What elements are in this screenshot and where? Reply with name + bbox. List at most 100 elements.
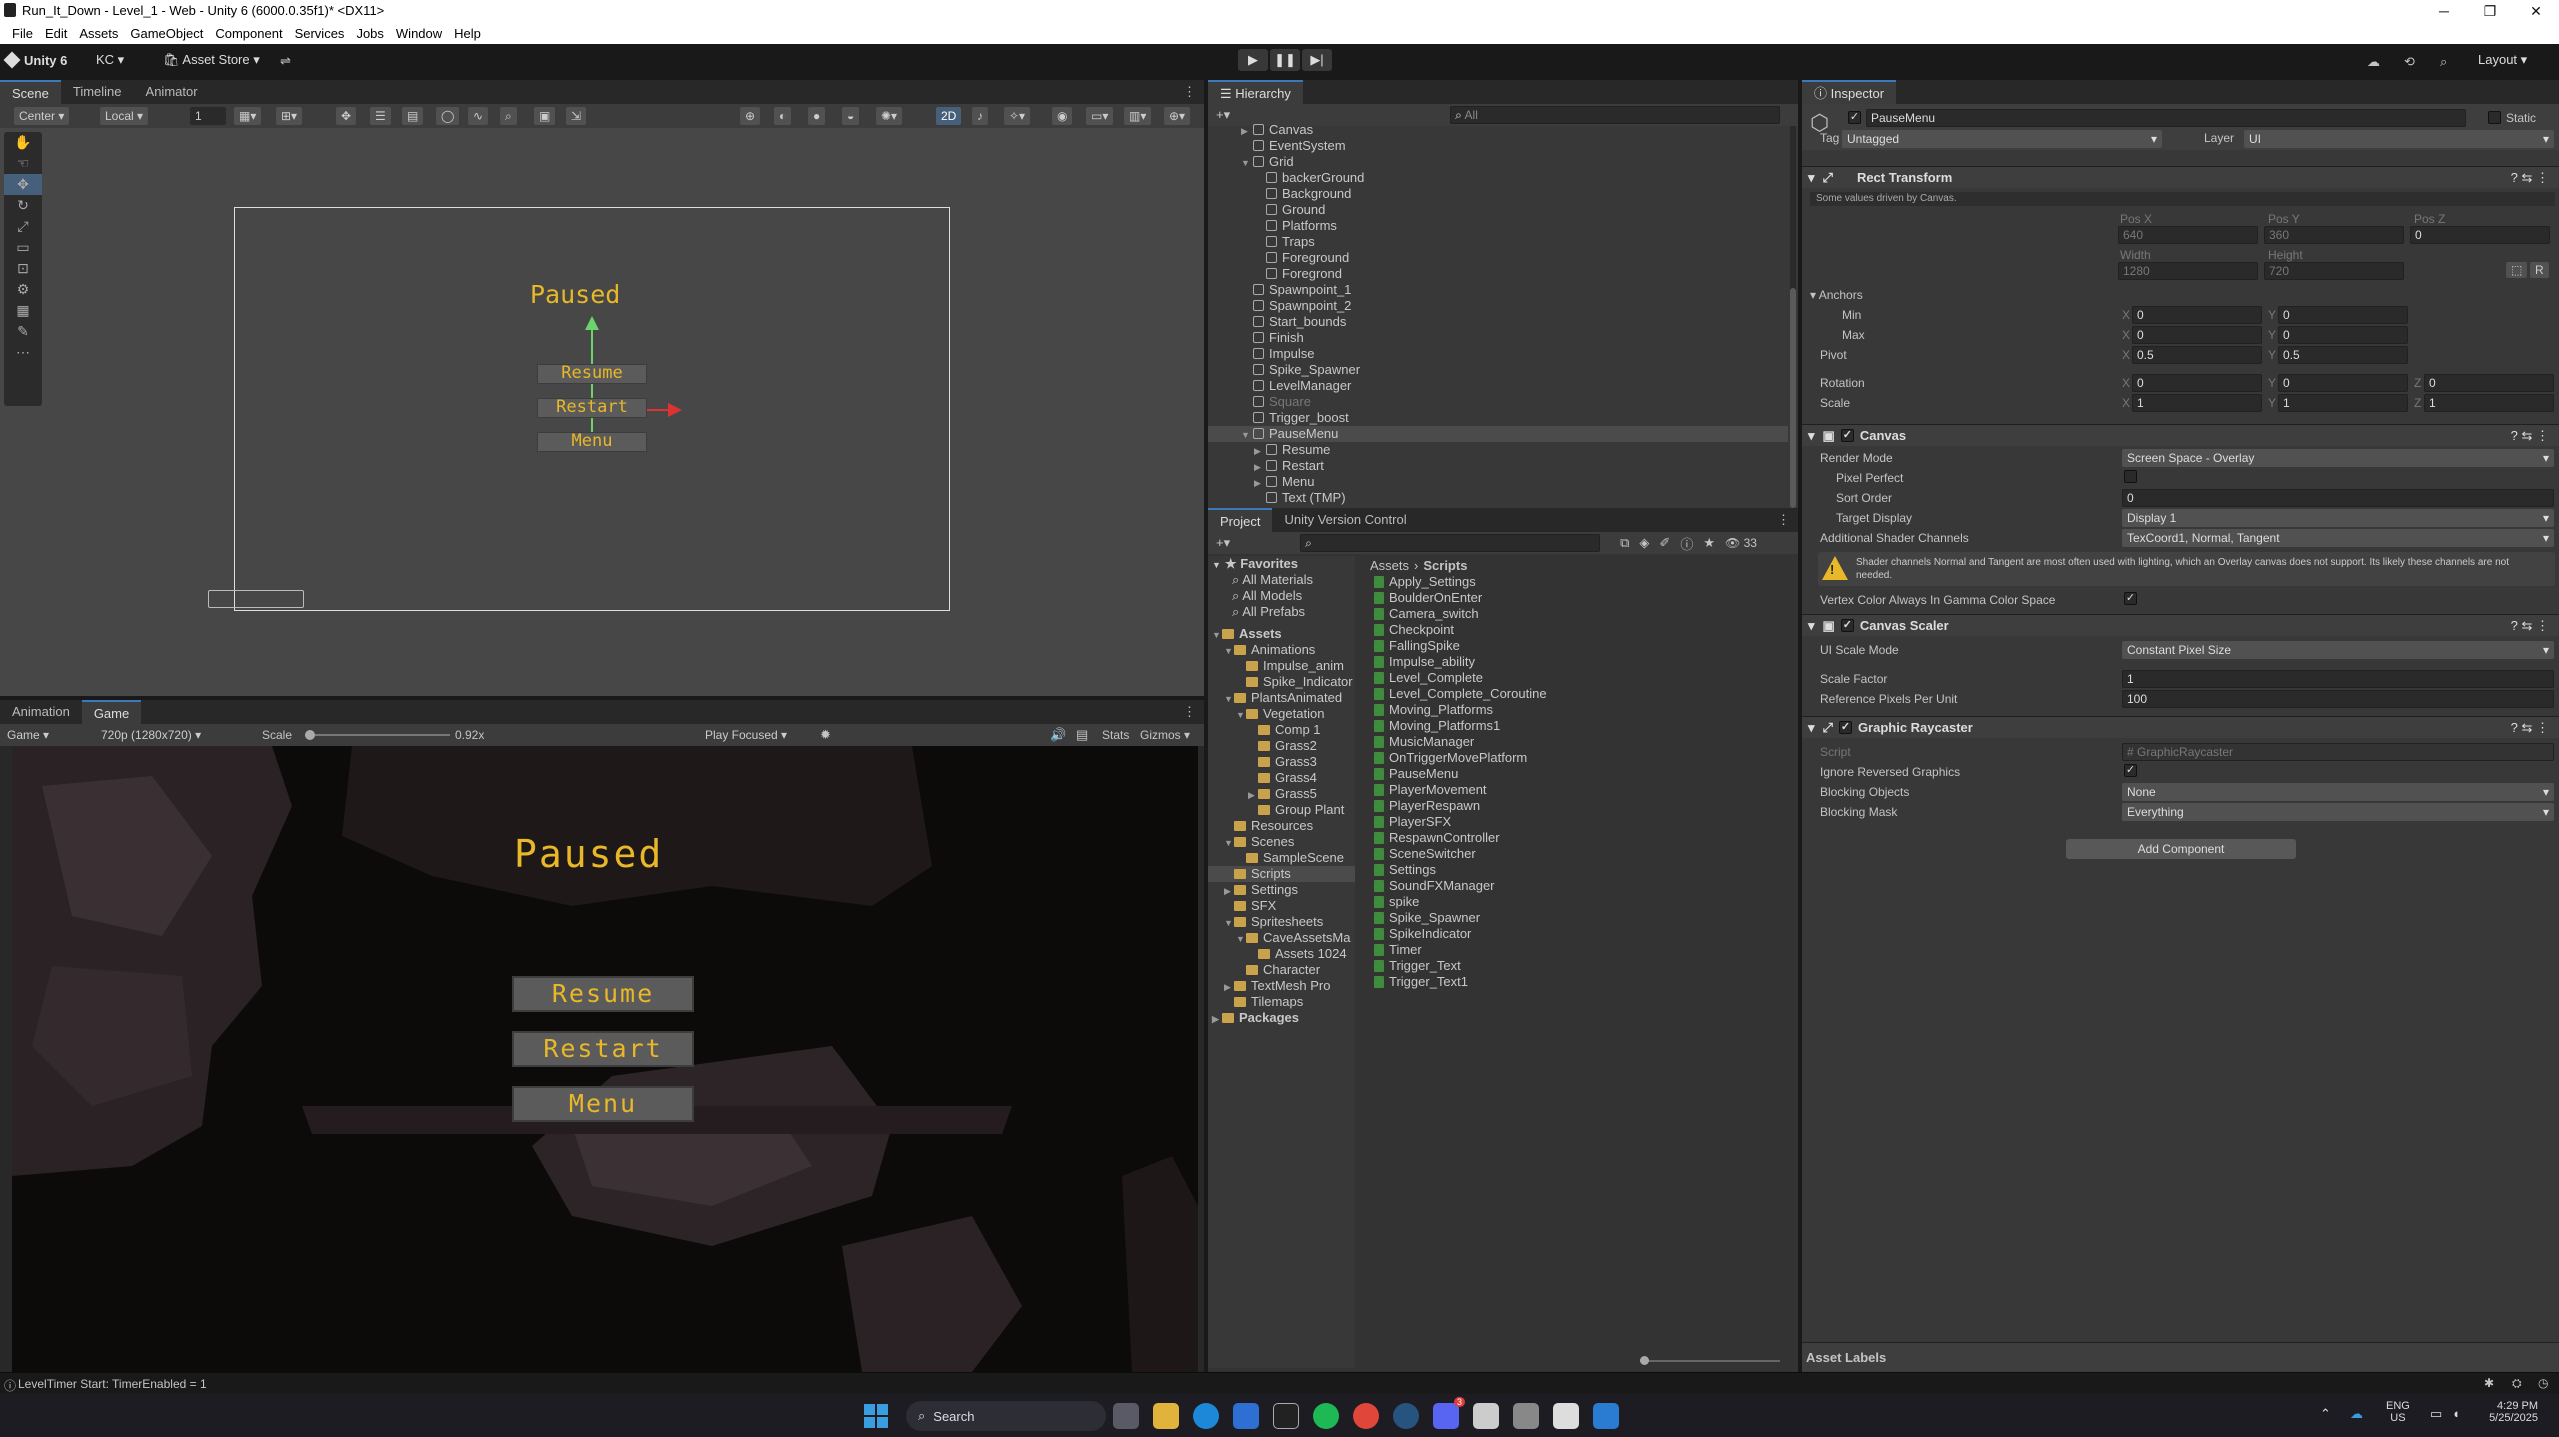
game-panel-menu-icon[interactable]: ⋮ xyxy=(1183,704,1196,720)
shading-icon[interactable]: ◐ xyxy=(774,107,792,125)
project-folder[interactable]: Scripts xyxy=(1208,866,1355,882)
canvas-scaler-checkbox[interactable]: ✓ xyxy=(1840,619,1854,632)
task-view-icon[interactable] xyxy=(1113,1403,1139,1429)
project-folder[interactable]: ▶ Settings xyxy=(1208,882,1355,898)
script-asset[interactable]: Impulse_ability xyxy=(1374,654,1794,670)
scale-y-field[interactable]: 1 xyxy=(2278,394,2408,412)
project-folder[interactable]: SampleScene xyxy=(1208,850,1355,866)
project-folder[interactable]: ▼ Assets xyxy=(1208,626,1355,642)
scene-button-menu[interactable]: Menu xyxy=(537,432,647,452)
info-icon[interactable]: ⓘ xyxy=(1680,534,1693,553)
menu-file[interactable]: File xyxy=(12,26,33,41)
script-asset[interactable]: OnTriggerMovePlatform xyxy=(1374,750,1794,766)
project-folder[interactable]: ▶ Packages xyxy=(1208,1010,1355,1026)
minimize-icon[interactable]: ─ xyxy=(2421,0,2467,22)
anchors-label[interactable]: ▾ Anchors xyxy=(1810,288,1863,302)
menu-component[interactable]: Component xyxy=(215,26,282,41)
tab-unity-version-control[interactable]: Unity Version Control xyxy=(1272,508,1418,532)
gizmos-button[interactable]: Gizmos ▾ xyxy=(1140,728,1190,742)
project-folder[interactable]: ▼ PlantsAnimated xyxy=(1208,690,1355,706)
grid-snap-icon[interactable]: ▦▾ xyxy=(234,107,262,125)
blocking-objects-dropdown[interactable]: None ▾ xyxy=(2122,783,2554,801)
transform-tool-icon[interactable]: ✥ xyxy=(336,107,357,125)
script-asset[interactable]: PlayerMovement xyxy=(1374,782,1794,798)
hierarchy-item[interactable]: ▶ Resume xyxy=(1208,442,1788,458)
grid-brush-icon[interactable]: ▦ xyxy=(4,300,42,321)
breadcrumb-scripts[interactable]: Scripts xyxy=(1423,558,1467,573)
filter-type-icon[interactable]: ⧉ xyxy=(1620,535,1629,551)
hierarchy-item[interactable]: Impulse xyxy=(1208,346,1788,362)
jetbrains-icon[interactable] xyxy=(1273,1403,1299,1429)
hierarchy-item[interactable]: ▶ Menu xyxy=(1208,474,1788,490)
script-asset[interactable]: Settings xyxy=(1374,862,1794,878)
progress-icon[interactable]: ⛭ xyxy=(2512,1376,2522,1391)
ref-ppu-field[interactable]: 100 xyxy=(2122,690,2554,708)
rotate-tool-icon[interactable]: ↻ xyxy=(4,195,42,216)
play-focused-dropdown[interactable]: Play Focused ▾ xyxy=(700,726,792,744)
mute-icon[interactable]: 🔊 xyxy=(1050,727,1066,743)
rotation-z-field[interactable]: 0 xyxy=(2424,374,2554,392)
project-folder[interactable]: Grass3 xyxy=(1208,754,1355,770)
tab-inspector[interactable]: ⓘ Inspector xyxy=(1802,80,1897,104)
cloud-icon[interactable]: ☁ xyxy=(2367,54,2380,70)
hierarchy-item[interactable]: Finish xyxy=(1208,330,1788,346)
render-mode-dropdown[interactable]: Screen Space - Overlay ▾ xyxy=(2122,449,2554,467)
expand-arrow-icon[interactable]: ▶ xyxy=(1254,459,1266,475)
expand-arrow-icon[interactable]: ▶ xyxy=(1224,883,1234,899)
hierarchy-item[interactable]: Spawnpoint_1 xyxy=(1208,282,1788,298)
anchor-min-y-field[interactable]: 0 xyxy=(2278,306,2408,324)
create-asset-icon[interactable]: +▾ xyxy=(1216,535,1230,551)
steam-icon[interactable] xyxy=(1393,1403,1419,1429)
hierarchy-item[interactable]: ▼ Grid xyxy=(1208,154,1788,170)
project-folder[interactable]: ▼ Vegetation xyxy=(1208,706,1355,722)
expand-arrow-icon[interactable]: ▼ xyxy=(1212,560,1221,570)
store-icon[interactable] xyxy=(1233,1403,1259,1429)
canvas-menu-icon[interactable]: ? ⇆ ⋮ xyxy=(2511,428,2549,444)
project-folder[interactable]: Character xyxy=(1208,962,1355,978)
expand-arrow-icon[interactable]: ▼ xyxy=(1236,931,1246,947)
rect-tool-icon[interactable]: ▭ xyxy=(4,237,42,258)
expand-arrow-icon[interactable]: ▶ xyxy=(1254,443,1266,459)
network-icon[interactable]: ▭ xyxy=(2430,1406,2442,1422)
script-asset[interactable]: Trigger_Text1 xyxy=(1374,974,1794,990)
expand-arrow-icon[interactable]: ▶ xyxy=(1212,1011,1222,1027)
script-asset[interactable]: Moving_Platforms1 xyxy=(1374,718,1794,734)
spotify-icon[interactable] xyxy=(1313,1403,1339,1429)
chrome-icon[interactable] xyxy=(1353,1403,1379,1429)
hierarchy-item[interactable]: ▶ Canvas xyxy=(1208,122,1788,138)
maximize-icon[interactable]: ❐ xyxy=(2467,0,2513,22)
status-message[interactable]: LevelTimer Start: TimerEnabled = 1 xyxy=(18,1377,207,1391)
menu-help[interactable]: Help xyxy=(454,26,481,41)
hierarchy-scrollbar[interactable] xyxy=(1790,126,1796,508)
expand-arrow-icon[interactable]: ▶ xyxy=(1241,123,1253,139)
expand-arrow-icon[interactable]: ▶ xyxy=(1224,979,1234,995)
favorite-icon[interactable]: ★ xyxy=(1703,535,1715,551)
custom-tool-icon[interactable]: ⚙ xyxy=(4,279,42,300)
ui-scale-mode-dropdown[interactable]: Constant Pixel Size ▾ xyxy=(2122,641,2554,659)
project-folder[interactable]: ▼ CaveAssetsMa xyxy=(1208,930,1355,946)
project-search-input[interactable]: ⌕ xyxy=(1300,534,1601,552)
script-asset[interactable]: Apply_Settings xyxy=(1374,574,1794,590)
effects-icon[interactable]: ✧▾ xyxy=(1004,107,1031,125)
resolution-dropdown[interactable]: 720p (1280x720) ▾ xyxy=(96,726,254,744)
layer-dropdown[interactable]: UI ▾ xyxy=(2244,130,2554,148)
hierarchy-item[interactable]: Ground xyxy=(1208,202,1788,218)
hierarchy-item[interactable]: Foreground xyxy=(1208,250,1788,266)
align-icon[interactable]: ☰ xyxy=(370,107,391,125)
sphere-icon[interactable]: ● xyxy=(808,107,826,125)
hierarchy-item[interactable]: Foregrond xyxy=(1208,266,1788,282)
edge-icon[interactable] xyxy=(1193,1403,1219,1429)
globe-icon[interactable]: ⊕ xyxy=(740,107,761,125)
project-folder[interactable]: Grass4 xyxy=(1208,770,1355,786)
hierarchy-item[interactable]: Square xyxy=(1208,394,1788,410)
overlay-icon[interactable]: ▥▾ xyxy=(1124,107,1152,125)
filter-label-icon[interactable]: ◈ xyxy=(1639,535,1649,551)
expand-arrow-icon[interactable]: ▼ xyxy=(1224,643,1234,659)
favorites-header[interactable]: ▼ ★ Favorites xyxy=(1208,556,1355,572)
project-folder[interactable]: ▼ Spritesheets xyxy=(1208,914,1355,930)
project-folder[interactable]: Grass2 xyxy=(1208,738,1355,754)
scale-factor-field[interactable]: 1 xyxy=(2122,670,2554,688)
project-folder[interactable]: ▼ Animations xyxy=(1208,642,1355,658)
project-folder[interactable]: Impulse_anim xyxy=(1208,658,1355,674)
tray-chevron-icon[interactable]: ⌃ xyxy=(2320,1406,2331,1422)
